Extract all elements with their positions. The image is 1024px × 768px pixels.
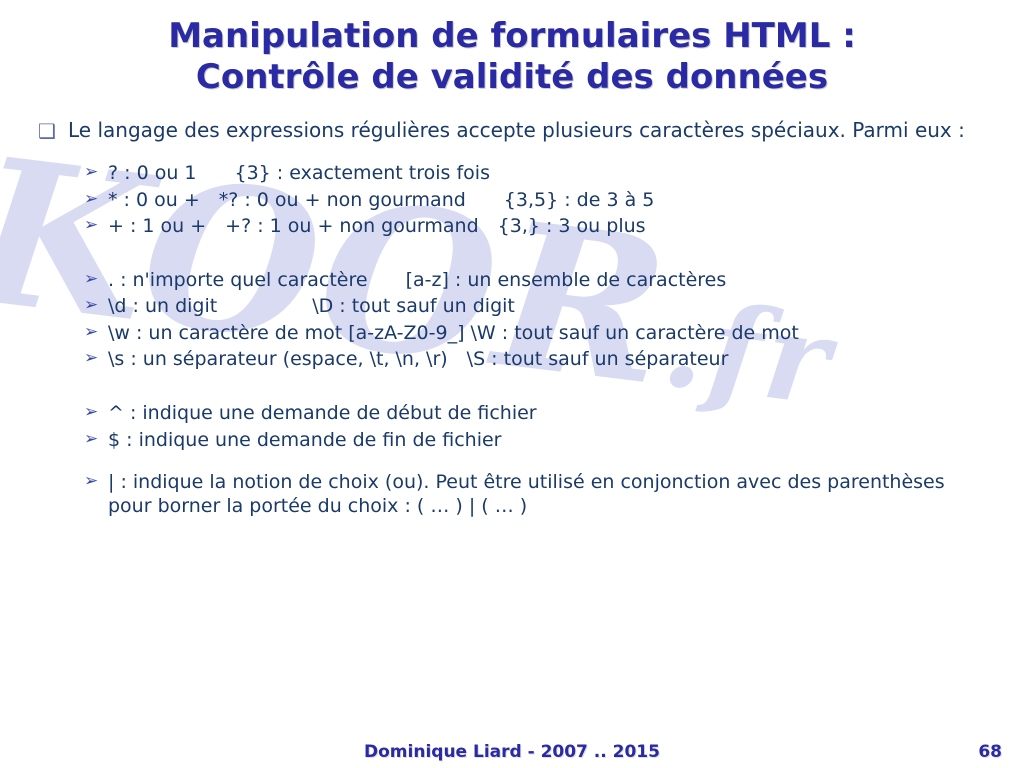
list-item: \w : un caractère de mot [a-zA-Z0-9_] \W… [32,321,992,345]
title-line-1: Manipulation de formulaires HTML : [32,16,992,57]
slide-footer: Dominique Liard - 2007 .. 2015 68 [0,742,1024,762]
spacer [32,240,992,268]
slide: KOOR.fr Manipulation de formulaires HTML… [0,0,1024,768]
list-item: \s : un séparateur (espace, \t, \n, \r) … [32,347,992,371]
spacer [32,454,992,470]
slide-content: Le langage des expressions régulières ac… [32,118,992,519]
list-item: * : 0 ou + *? : 0 ou + non gourmand {3,5… [32,188,992,212]
footer-author: Dominique Liard - 2007 .. 2015 [72,742,952,762]
intro-text: Le langage des expressions régulières ac… [32,118,992,144]
list-item: $ : indique une demande de fin de fichie… [32,428,992,452]
title-line-2: Contrôle de validité des données [32,57,992,98]
list-item: ? : 0 ou 1 {3} : exactement trois fois [32,161,992,185]
list-item: . : n'importe quel caractère [a-z] : un … [32,268,992,292]
footer-page: 68 [952,742,1002,762]
list-item: | : indique la notion de choix (ou). Peu… [32,470,992,519]
spacer [32,373,992,401]
slide-title: Manipulation de formulaires HTML : Contr… [32,16,992,98]
list-item: \d : un digit \D : tout sauf un digit [32,294,992,318]
list-item: + : 1 ou + +? : 1 ou + non gourmand {3,}… [32,214,992,238]
list-item: ^ : indique une demande de début de fich… [32,401,992,425]
footer-spacer [22,742,72,762]
